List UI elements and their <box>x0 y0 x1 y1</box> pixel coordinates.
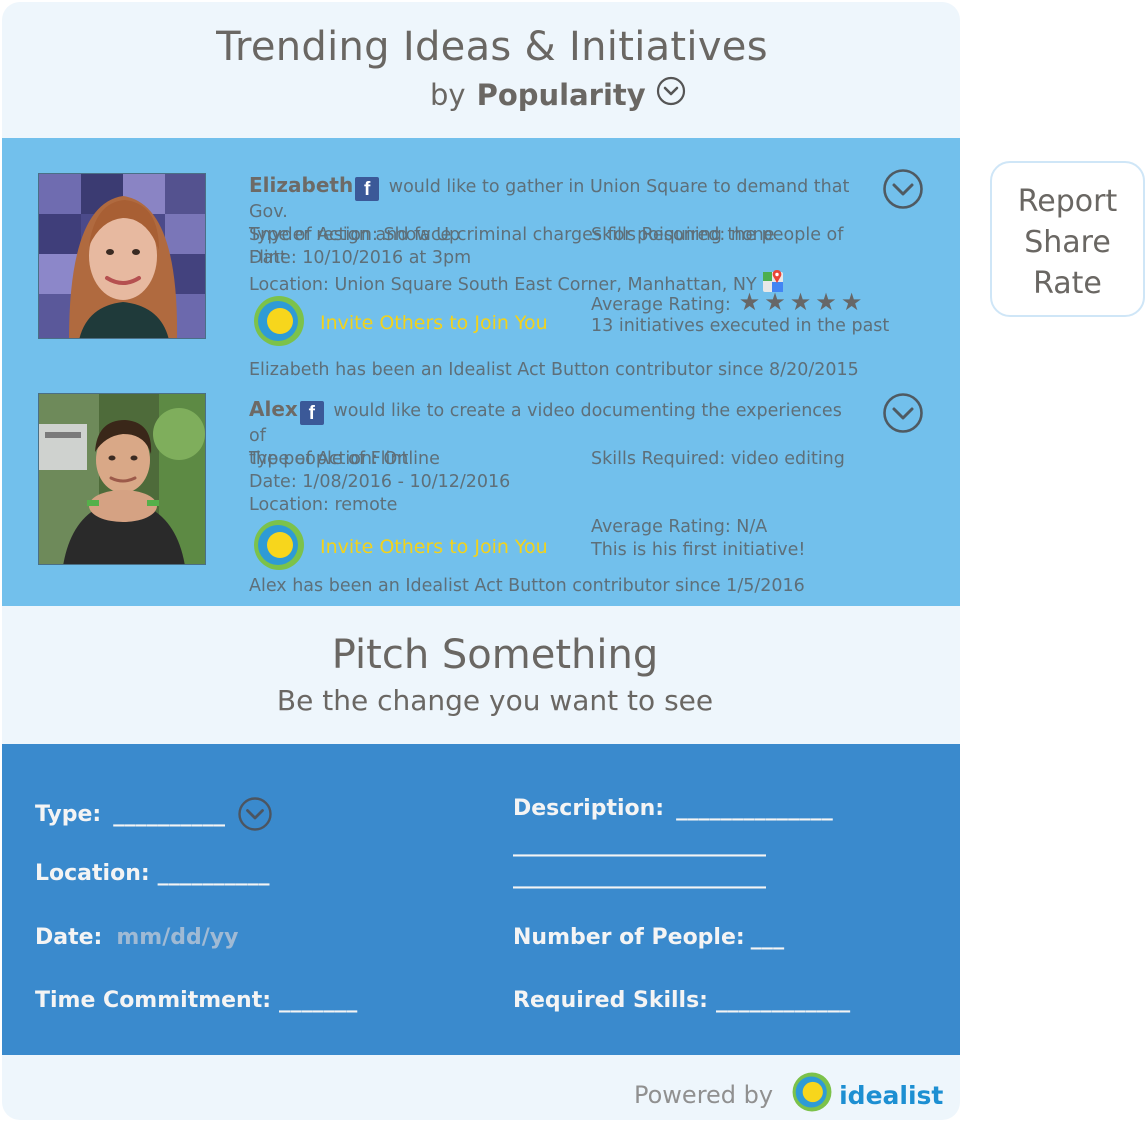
powered-by: Powered by idealist <box>634 1071 943 1119</box>
people-label: Number of People: <box>513 925 745 950</box>
number-of-people-field[interactable]: Number of People: ___ <box>513 925 784 950</box>
author-name[interactable]: Elizabeth <box>249 173 353 197</box>
star-icon[interactable]: ★ <box>764 288 786 316</box>
initiative-history: This is his first initiative! <box>591 540 806 560</box>
idealist-logo-icon <box>252 518 306 576</box>
sort-value[interactable]: Popularity <box>477 78 646 112</box>
average-rating: Average Rating: ★ ★ ★ ★ ★ <box>591 288 867 317</box>
invite-label[interactable]: Invite Others to Join You <box>320 312 548 334</box>
people-input[interactable]: ___ <box>751 925 785 950</box>
description-line1: would like to create a video documenting… <box>249 401 842 446</box>
invite-button[interactable]: Invite Others to Join You <box>252 294 548 352</box>
rating-stars[interactable]: ★ ★ ★ ★ ★ <box>739 288 867 317</box>
star-icon[interactable]: ★ <box>790 288 812 316</box>
event-date: Date: 10/10/2016 at 3pm <box>249 248 472 268</box>
event-location: Location: remote <box>249 495 398 515</box>
type-field[interactable]: Type: __________ <box>35 796 273 832</box>
sort-selector[interactable]: by Popularity <box>430 76 686 113</box>
action-menu: Report Share Rate <box>990 161 1145 317</box>
date-field[interactable]: Date: mm/dd/yy <box>35 925 238 950</box>
pitch-form: Type: __________ Location: __________ Da… <box>2 744 960 1055</box>
powered-by-label: Powered by <box>634 1081 774 1109</box>
description-input-line[interactable]: _______________________ <box>513 832 766 857</box>
main-panel: Trending Ideas & Initiatives by Populari… <box>2 2 960 1120</box>
facebook-icon[interactable]: f <box>355 177 380 201</box>
author-name[interactable]: Alex <box>249 397 298 421</box>
footer: Powered by idealist <box>2 1055 960 1120</box>
location-label: Location: <box>35 861 150 886</box>
required-skills-field[interactable]: Required Skills: ____________ <box>513 988 850 1013</box>
type-input[interactable]: __________ <box>113 802 225 827</box>
initiative-history: 13 initiatives executed in the past <box>591 316 890 336</box>
skills-required: Skills Required: none <box>591 225 775 245</box>
rate-button[interactable]: Rate <box>992 263 1143 304</box>
rating-label: Average Rating: <box>591 295 731 315</box>
avatar <box>38 393 206 565</box>
type-of-action: Type of Action: Show Up <box>249 225 461 245</box>
star-icon[interactable]: ★ <box>815 288 837 316</box>
pitch-header: Pitch Something Be the change you want t… <box>2 606 960 744</box>
star-icon[interactable]: ★ <box>739 288 761 316</box>
average-rating: Average Rating: N/A <box>591 517 768 537</box>
brand-name[interactable]: idealist <box>839 1081 943 1110</box>
contributor-note: Alex has been an Idealist Act Button con… <box>249 576 805 596</box>
time-commitment-field[interactable]: Time Commitment: _______ <box>35 988 357 1013</box>
contributor-note: Elizabeth has been an Idealist Act Butto… <box>249 360 859 380</box>
expand-chevron-icon[interactable] <box>882 392 924 438</box>
invite-button[interactable]: Invite Others to Join You <box>252 518 548 576</box>
chevron-down-icon[interactable] <box>656 76 686 113</box>
expand-chevron-icon[interactable] <box>882 168 924 214</box>
skills-label: Required Skills: <box>513 988 708 1013</box>
skills-input[interactable]: ____________ <box>716 988 850 1013</box>
type-of-action: Type of Action: Online <box>249 449 440 469</box>
date-label: Date: <box>35 925 103 950</box>
type-label: Type: <box>35 801 102 827</box>
description-input-line[interactable]: _______________________ <box>513 864 766 889</box>
time-label: Time Commitment: <box>35 988 272 1013</box>
share-button[interactable]: Share <box>992 222 1143 263</box>
pitch-title: Pitch Something <box>331 632 659 678</box>
location-input[interactable]: __________ <box>158 861 270 886</box>
date-input[interactable]: mm/dd/yy <box>116 925 238 950</box>
description-input[interactable]: ______________ <box>676 796 833 821</box>
location-field[interactable]: Location: __________ <box>35 861 270 886</box>
event-date: Date: 1/08/2016 - 10/12/2016 <box>249 472 511 492</box>
page-title: Trending Ideas & Initiatives <box>216 24 768 70</box>
skills-required: Skills Required: video editing <box>591 449 845 469</box>
star-icon[interactable]: ★ <box>841 288 863 316</box>
sort-prefix: by <box>430 77 466 112</box>
time-input[interactable]: _______ <box>279 988 357 1013</box>
description-field[interactable]: Description: ______________ <box>513 796 833 821</box>
report-button[interactable]: Report <box>992 181 1143 222</box>
description-label: Description: <box>513 796 665 821</box>
avatar <box>38 173 206 339</box>
chevron-down-icon[interactable] <box>237 796 273 832</box>
idealist-logo-icon <box>252 294 306 352</box>
invite-label[interactable]: Invite Others to Join You <box>320 536 548 558</box>
pitch-subtitle: Be the change you want to see <box>276 684 714 717</box>
idealist-logo-icon[interactable] <box>791 1071 833 1119</box>
trending-list: Elizabeth f would like to gather in Union… <box>2 138 960 606</box>
trending-header: Trending Ideas & Initiatives by Populari… <box>2 2 960 138</box>
facebook-icon[interactable]: f <box>299 401 324 425</box>
